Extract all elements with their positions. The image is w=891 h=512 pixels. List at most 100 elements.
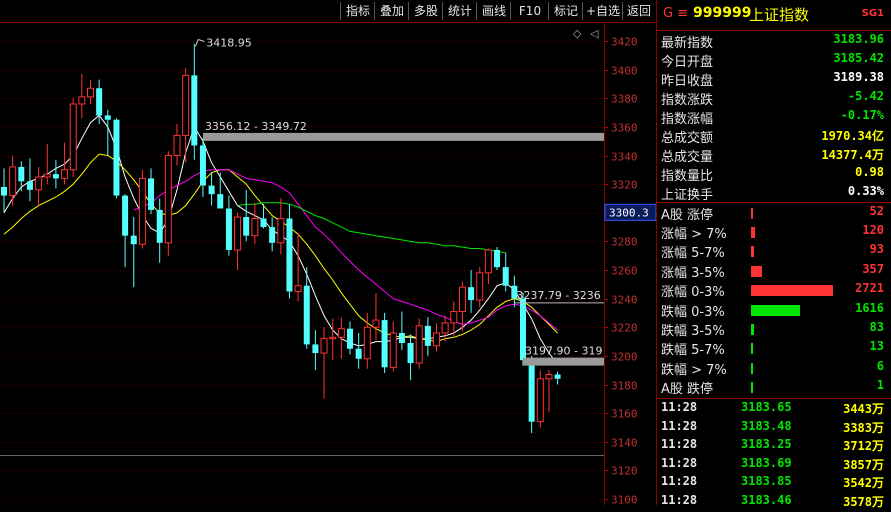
- candle-body: [18, 166, 25, 182]
- y-tick-label: 3200: [611, 351, 638, 364]
- candle-body: [26, 181, 33, 190]
- y-tick-label: 3260: [611, 265, 638, 278]
- tick-volume: 3383万: [843, 420, 884, 435]
- quote-label: 指数涨幅: [661, 112, 714, 127]
- quote-row: 指数涨跌 -5.42: [661, 89, 888, 108]
- separator: [657, 30, 891, 31]
- tick-volume: 3542万: [843, 476, 884, 491]
- tick-time: 11:28: [661, 400, 698, 414]
- tick-time: 11:28: [661, 474, 698, 489]
- stock-code: 999999: [693, 5, 752, 21]
- breadth-bar: [751, 227, 755, 239]
- toolbar-button[interactable]: 统计: [442, 2, 477, 20]
- y-tick-label: 3360: [611, 122, 638, 135]
- tick-volume: 3443万: [843, 402, 884, 416]
- breadth-row: A股 跌停 1: [661, 378, 888, 397]
- y-tick-label: 3380: [611, 93, 638, 106]
- panel-header: G ≡ 999999 上证指数 SG1: [657, 0, 891, 30]
- candle-body: [536, 378, 544, 423]
- quote-panel: G ≡ 999999 上证指数 SG1 最新指数 3183.96 今日开盘 3185.…: [656, 0, 891, 509]
- quote-value: 0.33%: [847, 184, 884, 198]
- candlestick-chart[interactable]: 3100 3120 3140 3160 3180 3200 3220 3240 3260 3280…: [0, 22, 656, 505]
- price-band: [202, 132, 604, 141]
- candle-body: [337, 328, 345, 338]
- candle-body: [294, 285, 302, 292]
- candle-body: [243, 217, 250, 236]
- breadth-label: 涨幅 > 7%: [661, 227, 727, 243]
- toolbar-button[interactable]: +自选: [582, 2, 623, 20]
- quote-label: 昨日收盘: [661, 74, 714, 89]
- tick-volume: 3712万: [843, 439, 884, 454]
- quote-label: 指数量比: [661, 169, 714, 184]
- candle-body: [484, 249, 492, 274]
- toolbar-button[interactable]: 指标: [340, 2, 375, 20]
- y-tick-label: 3140: [611, 437, 638, 450]
- breadth-label: 涨幅 0-3%: [661, 284, 725, 300]
- chart-toolbar: 指标 叠加 多股 统计 画线 F10 标记 +自选 返回: [0, 0, 656, 23]
- y-tick-label: 3340: [611, 151, 638, 164]
- breadth-row: 跌幅 5-7% 13: [661, 339, 888, 358]
- candle-body: [9, 166, 17, 197]
- quote-label: 指数涨跌: [661, 93, 714, 108]
- toolbar-button[interactable]: 标记: [548, 2, 583, 20]
- arrow-icon: ◁: [590, 27, 599, 40]
- breadth-row: 跌幅 0-3% 1616: [661, 301, 888, 320]
- candle-body: [458, 286, 466, 313]
- toolbar-button[interactable]: 叠加: [374, 2, 409, 20]
- candle-body: [43, 173, 51, 178]
- diamond-icon: ◇: [573, 27, 582, 40]
- y-tick-label: 3400: [611, 65, 638, 78]
- breadth-label: 跌幅 0-3%: [661, 305, 725, 320]
- breadth-label: A股 涨停: [661, 208, 714, 223]
- candle-body: [389, 332, 397, 368]
- candle-body: [303, 285, 310, 345]
- tick-time: 11:28: [661, 437, 698, 452]
- breadth-value: 13: [869, 339, 884, 354]
- current-price-label: 3300.3: [609, 206, 649, 219]
- price-band: [523, 357, 604, 366]
- tick-price: 3183.48: [741, 418, 792, 433]
- candle-body: [182, 74, 190, 136]
- breadth-value: 6: [876, 358, 884, 373]
- breadth-label: 涨幅 3-5%: [661, 265, 725, 281]
- y-tick-label: 3280: [611, 236, 638, 249]
- quote-row: 指数涨幅 -0.17%: [661, 108, 888, 127]
- y-tick-label: 3100: [611, 494, 638, 506]
- candle-body: [138, 177, 146, 245]
- candle-body: [122, 195, 129, 236]
- breadth-label: 跌幅 > 7%: [661, 362, 727, 378]
- tick-time: 11:28: [661, 455, 698, 470]
- candle-body: [528, 360, 535, 422]
- tick-time: 11:28: [661, 418, 698, 433]
- toolbar-button[interactable]: 返回: [622, 2, 655, 20]
- breadth-bar: [751, 265, 762, 277]
- candle-body: [61, 169, 69, 179]
- quote-value: -0.17%: [840, 108, 884, 122]
- breadth-bar: [751, 381, 753, 393]
- y-tick-label: 3220: [611, 322, 638, 335]
- quote-value: 0.98: [855, 165, 884, 179]
- band-label: 3197.90 - 319: [525, 345, 602, 358]
- candle-body: [363, 326, 371, 360]
- candle-body: [494, 249, 501, 268]
- candle-body: [269, 227, 276, 243]
- tick-row: 11:28 3183.46 3578万: [661, 493, 888, 512]
- header-prefix: G ≡: [663, 6, 689, 21]
- quote-value: -5.42: [847, 89, 884, 103]
- y-tick-label: 3240: [611, 294, 638, 307]
- toolbar-button[interactable]: 画线: [476, 2, 511, 20]
- breadth-label: 跌幅 5-7%: [661, 343, 725, 359]
- breadth-bar: [751, 208, 753, 219]
- y-tick-label: 3160: [611, 408, 638, 421]
- candle-body: [407, 342, 414, 364]
- quote-label: 总成交量: [661, 150, 714, 165]
- candle-body: [286, 218, 293, 292]
- breadth-row: 涨幅 5-7% 93: [661, 242, 888, 261]
- breadth-row: 涨幅 3-5% 357: [661, 262, 888, 281]
- tick-row: 11:28 3183.85 3542万: [661, 474, 888, 493]
- toolbar-button[interactable]: 多股: [408, 2, 443, 20]
- tick-price: 3183.85: [741, 474, 792, 489]
- quote-value: 3185.42: [833, 51, 884, 65]
- toolbar-button[interactable]: F10: [510, 2, 549, 20]
- quote-value: 3183.96: [833, 32, 884, 46]
